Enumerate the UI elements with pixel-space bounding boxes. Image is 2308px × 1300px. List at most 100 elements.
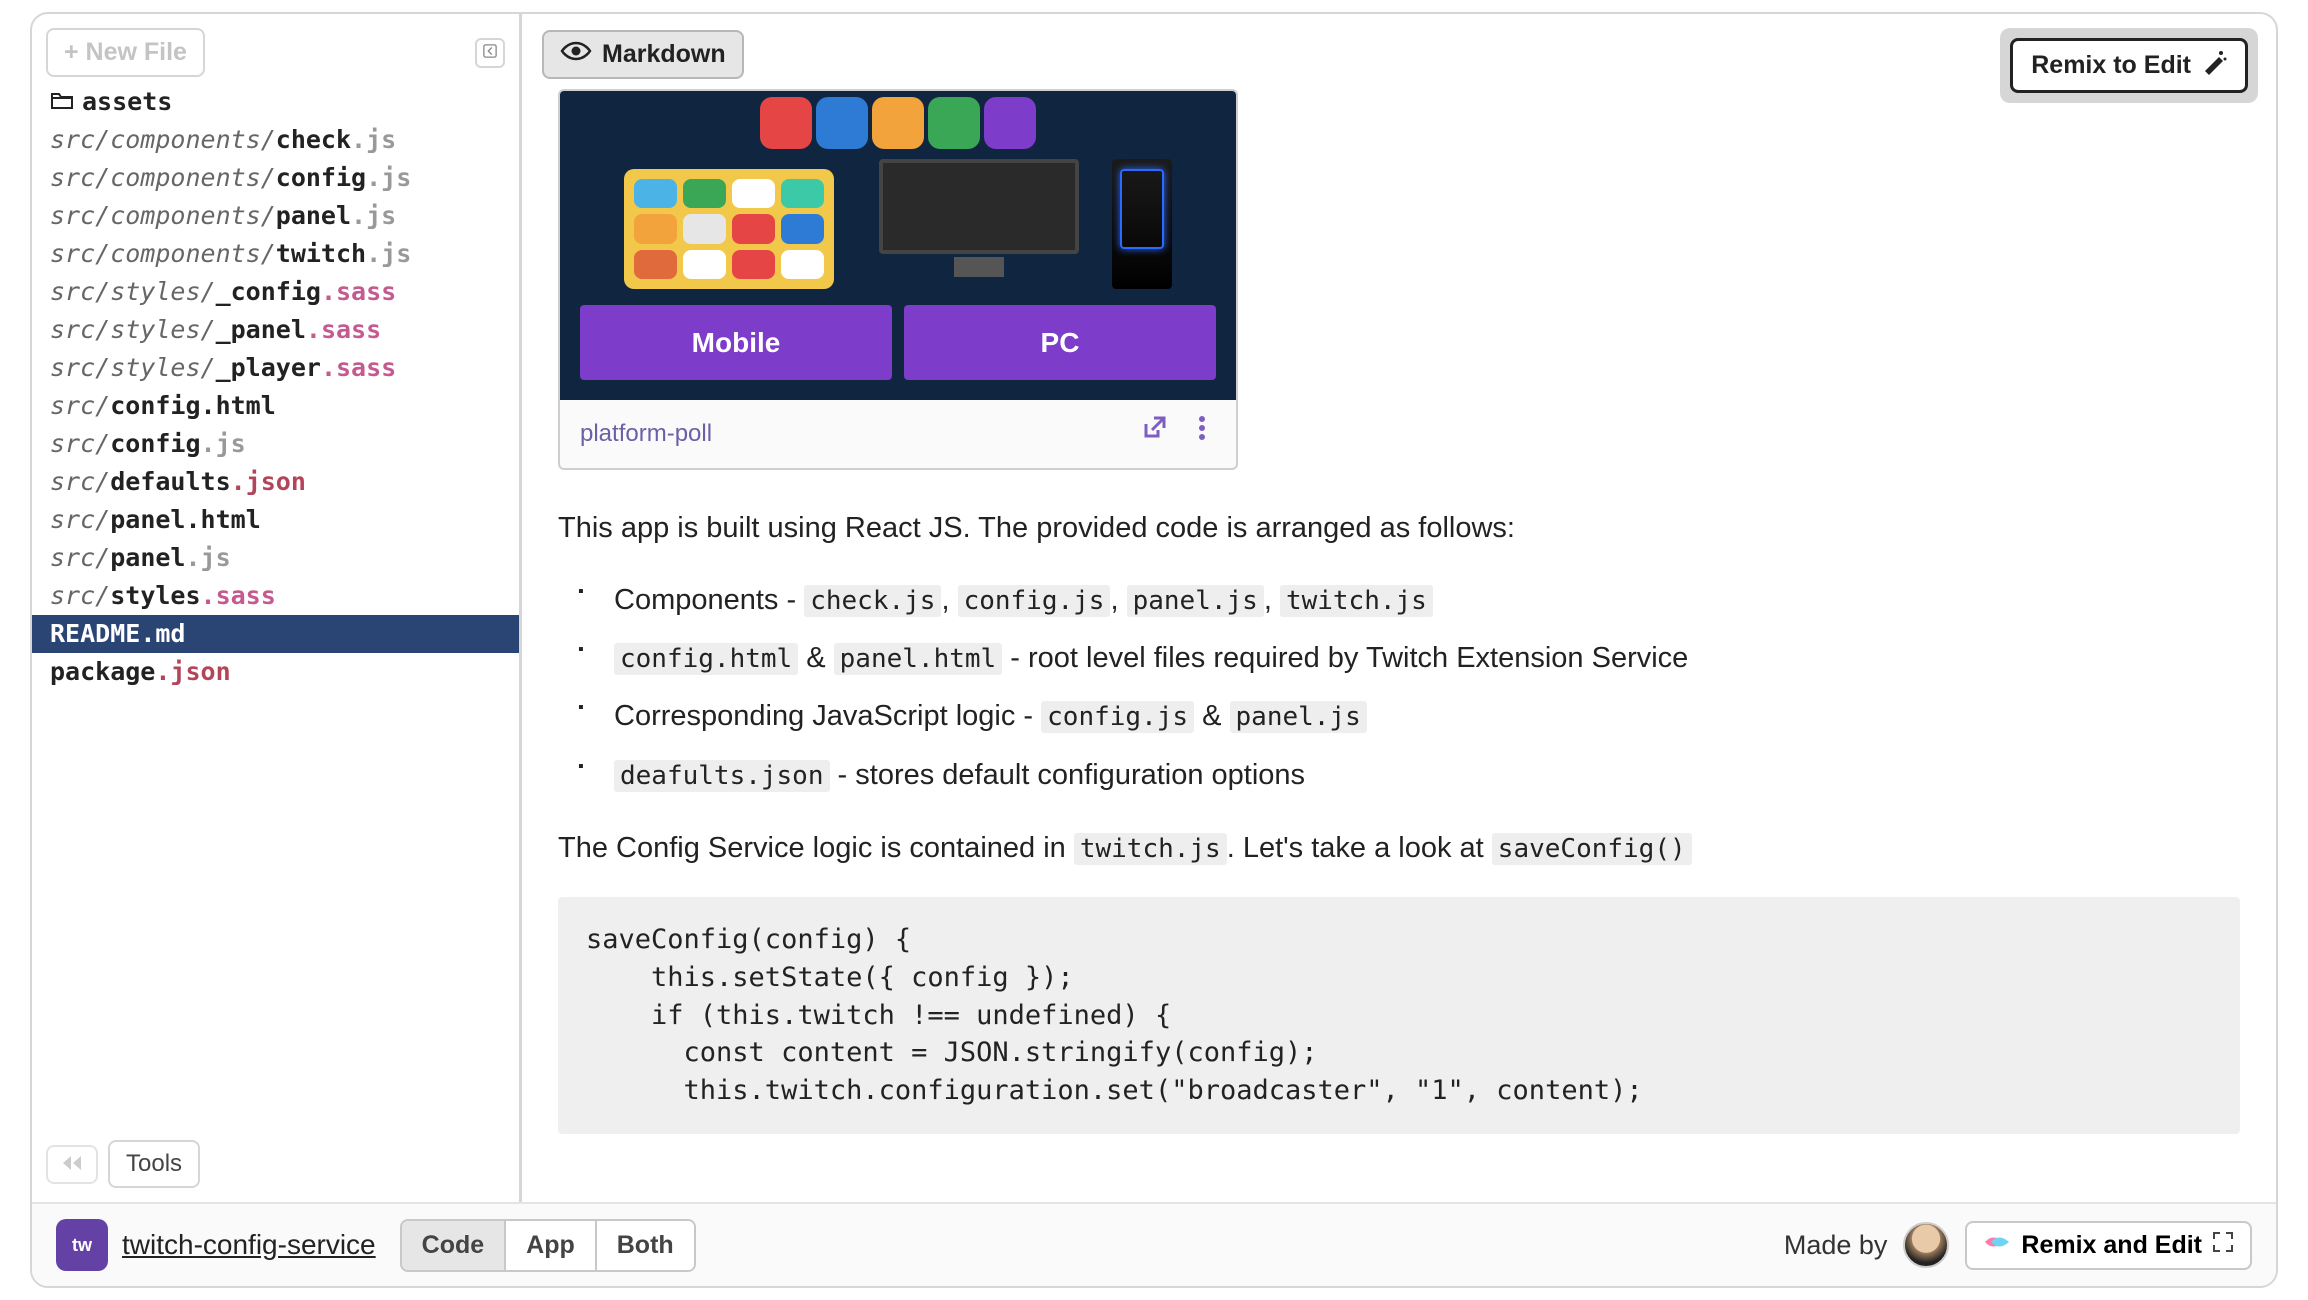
file-row[interactable]: src/styles/_panel.sass: [32, 311, 519, 349]
pc-tower-illustration: [1112, 159, 1172, 289]
file-path: src/: [50, 391, 110, 420]
code-inline: saveConfig(): [1492, 833, 1692, 865]
tools-button[interactable]: Tools: [108, 1140, 200, 1188]
view-tab-both[interactable]: Both: [597, 1221, 694, 1270]
file-path: src/: [50, 467, 110, 496]
sidebar-bottom: Tools: [32, 1126, 519, 1202]
remix-wrap: Remix to Edit: [2000, 28, 2258, 103]
eye-icon: [560, 40, 592, 69]
view-tab-app[interactable]: App: [506, 1221, 597, 1270]
vote-row: Mobile PC: [580, 305, 1216, 380]
text: . Let's take a look at: [1227, 832, 1492, 864]
text: &: [798, 642, 833, 674]
file-name: README: [50, 619, 140, 648]
list-item: config.html & panel.html - root level fi…: [614, 635, 2240, 681]
made-by-label: Made by: [1784, 1230, 1888, 1261]
code-inline: deafults.json: [614, 760, 830, 792]
code-inline: config.js: [1041, 701, 1194, 733]
remix-and-edit-button[interactable]: Remix and Edit: [1965, 1221, 2252, 1270]
file-name: config: [276, 163, 366, 192]
file-name: _config: [216, 277, 321, 306]
doc-paragraph: This app is built using React JS. The pr…: [558, 506, 2240, 551]
list-item: deafults.json - stores default configura…: [614, 752, 2240, 798]
list-item: Corresponding JavaScript logic - config.…: [614, 693, 2240, 739]
wand-icon: [2201, 49, 2227, 82]
content-header: Markdown Remix to Edit: [522, 14, 2276, 89]
rewind-button[interactable]: [46, 1145, 98, 1184]
code-inline: check.js: [804, 585, 941, 617]
file-name: defaults: [110, 467, 230, 496]
file-row[interactable]: src/styles/_config.sass: [32, 273, 519, 311]
code-inline: panel.js: [1230, 701, 1367, 733]
doc-paragraph: The Config Service logic is contained in…: [558, 826, 2240, 871]
file-path: src/components/: [50, 239, 276, 268]
file-row[interactable]: src/panel.js: [32, 539, 519, 577]
file-path: src/styles/: [50, 353, 216, 382]
list-item: Components - check.js, config.js, panel.…: [614, 577, 2240, 623]
code-inline: config.html: [614, 643, 798, 675]
poll-name: platform-poll: [580, 415, 712, 452]
file-path: src/components/: [50, 163, 276, 192]
view-tab-code[interactable]: Code: [402, 1221, 507, 1270]
poll-footer: platform-poll: [560, 400, 1236, 467]
file-ext: .js: [185, 543, 230, 572]
code-inline: panel.js: [1127, 585, 1264, 617]
file-row[interactable]: src/components/config.js: [32, 159, 519, 197]
file-name: _player: [216, 353, 321, 382]
main-row: + New File assets src/components/check.j…: [32, 14, 2276, 1202]
app-frame: + New File assets src/components/check.j…: [30, 12, 2278, 1288]
file-name: config: [110, 391, 200, 420]
app-icon: [760, 97, 812, 149]
code-inline: twitch.js: [1280, 585, 1433, 617]
code-inline: config.js: [958, 585, 1111, 617]
file-row[interactable]: src/config.js: [32, 425, 519, 463]
file-list: assets src/components/check.jssrc/compon…: [32, 83, 519, 1126]
avatar[interactable]: [1903, 1222, 1949, 1268]
file-row[interactable]: README.md: [32, 615, 519, 653]
folder-assets[interactable]: assets: [32, 83, 519, 121]
more-icon[interactable]: [1188, 414, 1216, 453]
vote-mobile-button[interactable]: Mobile: [580, 305, 892, 380]
app-icon: [872, 97, 924, 149]
file-ext: .js: [351, 125, 396, 154]
file-path: src/: [50, 581, 110, 610]
remix-to-edit-button[interactable]: Remix to Edit: [2010, 38, 2248, 93]
file-row[interactable]: src/panel.html: [32, 501, 519, 539]
markdown-toggle-button[interactable]: Markdown: [542, 30, 744, 79]
vote-pc-button[interactable]: PC: [904, 305, 1216, 380]
file-name: _panel: [216, 315, 306, 344]
doc-list: Components - check.js, config.js, panel.…: [558, 577, 2240, 799]
view-toggle: CodeAppBoth: [400, 1219, 696, 1272]
rewind-icon: [60, 1161, 84, 1176]
file-row[interactable]: src/defaults.json: [32, 463, 519, 501]
file-row[interactable]: src/config.html: [32, 387, 519, 425]
file-row[interactable]: src/styles.sass: [32, 577, 519, 615]
file-path: src/: [50, 429, 110, 458]
file-row[interactable]: src/components/panel.js: [32, 197, 519, 235]
file-ext: .html: [185, 505, 260, 534]
file-ext: .sass: [201, 581, 276, 610]
popout-icon[interactable]: [1140, 414, 1168, 453]
file-row[interactable]: src/styles/_player.sass: [32, 349, 519, 387]
content-pane: Markdown Remix to Edit: [522, 14, 2276, 1202]
file-ext: .js: [201, 429, 246, 458]
project-link[interactable]: twitch-config-service: [122, 1229, 376, 1261]
file-row[interactable]: package.json: [32, 653, 519, 691]
file-name: package: [50, 657, 155, 686]
sidebar-toolbar: + New File: [32, 14, 519, 83]
app-icon: [928, 97, 980, 149]
app-icon: [816, 97, 868, 149]
file-name: styles: [110, 581, 200, 610]
document-body[interactable]: Mobile PC platform-poll This app is buil…: [522, 89, 2276, 1202]
file-row[interactable]: src/components/twitch.js: [32, 235, 519, 273]
new-file-button[interactable]: + New File: [46, 28, 205, 77]
code-inline: twitch.js: [1074, 833, 1227, 865]
file-ext: .json: [155, 657, 230, 686]
file-row[interactable]: src/components/check.js: [32, 121, 519, 159]
footer-left: tw twitch-config-service CodeAppBoth: [56, 1219, 696, 1272]
collapse-sidebar-button[interactable]: [475, 38, 505, 68]
remix-edit-label: Remix and Edit: [2021, 1231, 2202, 1260]
fish-icon: [1983, 1231, 2011, 1260]
expand-icon: [2212, 1231, 2234, 1260]
poll-panel-preview: Mobile PC platform-poll: [558, 89, 1238, 470]
